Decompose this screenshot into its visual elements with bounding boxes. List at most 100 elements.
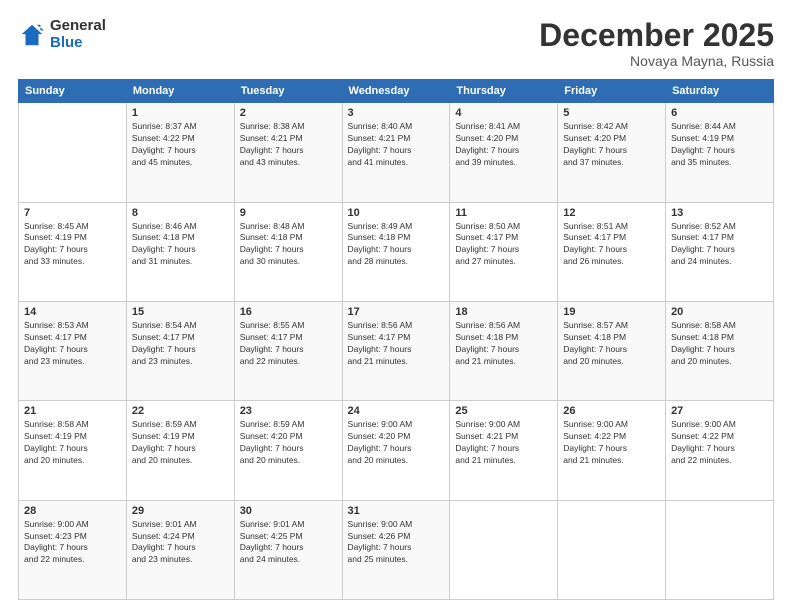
weekday-header-wednesday: Wednesday [342, 80, 450, 103]
day-info: Sunrise: 8:54 AM Sunset: 4:17 PM Dayligh… [132, 320, 229, 368]
calendar-cell [19, 103, 127, 202]
day-number: 28 [24, 505, 121, 517]
calendar-cell: 29 Sunrise: 9:01 AM Sunset: 4:24 PM Dayli… [126, 500, 234, 599]
day-number: 18 [455, 306, 552, 318]
calendar: SundayMondayTuesdayWednesdayThursdayFrid… [18, 79, 774, 600]
day-info: Sunrise: 8:48 AM Sunset: 4:18 PM Dayligh… [240, 221, 337, 269]
calendar-cell: 6 Sunrise: 8:44 AM Sunset: 4:19 PM Daylig… [666, 103, 774, 202]
day-number: 25 [455, 405, 552, 417]
day-info: Sunrise: 9:00 AM Sunset: 4:22 PM Dayligh… [671, 419, 768, 467]
calendar-cell: 27Sunrise: 9:00 AM Sunset: 4:22 PM Dayli… [666, 401, 774, 500]
calendar-cell [666, 500, 774, 599]
header: General Blue December 2025 Novaya Mayna,… [18, 18, 774, 69]
day-info: Sunrise: 8:52 AM Sunset: 4:17 PM Dayligh… [671, 221, 768, 269]
calendar-cell: 21 Sunrise: 8:58 AM Sunset: 4:19 PM Dayli… [19, 401, 127, 500]
page: General Blue December 2025 Novaya Mayna,… [0, 0, 792, 612]
week-row-3: 21 Sunrise: 8:58 AM Sunset: 4:19 PM Dayli… [19, 401, 774, 500]
day-number: 5 [563, 107, 660, 119]
calendar-cell: 18Sunrise: 8:56 AM Sunset: 4:18 PM Dayli… [450, 301, 558, 400]
calendar-cell: 4Sunrise: 8:41 AM Sunset: 4:20 PM Daylig… [450, 103, 558, 202]
day-info: Sunrise: 8:57 AM Sunset: 4:18 PM Dayligh… [563, 320, 660, 368]
day-info: Sunrise: 8:49 AM Sunset: 4:18 PM Dayligh… [348, 221, 445, 269]
day-info: Sunrise: 8:53 AM Sunset: 4:17 PM Dayligh… [24, 320, 121, 368]
weekday-row: SundayMondayTuesdayWednesdayThursdayFrid… [19, 80, 774, 103]
calendar-cell [558, 500, 666, 599]
day-number: 22 [132, 405, 229, 417]
day-number: 20 [671, 306, 768, 318]
calendar-cell: 5 Sunrise: 8:42 AM Sunset: 4:20 PM Daylig… [558, 103, 666, 202]
day-info: Sunrise: 8:58 AM Sunset: 4:18 PM Dayligh… [671, 320, 768, 368]
location: Novaya Mayna, Russia [539, 53, 774, 69]
day-info: Sunrise: 9:00 AM Sunset: 4:22 PM Dayligh… [563, 419, 660, 467]
day-number: 1 [132, 107, 229, 119]
day-number: 29 [132, 505, 229, 517]
calendar-cell: 1 Sunrise: 8:37 AM Sunset: 4:22 PM Daylig… [126, 103, 234, 202]
calendar-cell: 8 Sunrise: 8:46 AM Sunset: 4:18 PM Daylig… [126, 202, 234, 301]
week-row-0: 1 Sunrise: 8:37 AM Sunset: 4:22 PM Daylig… [19, 103, 774, 202]
day-number: 31 [348, 505, 445, 517]
logo-icon [18, 21, 46, 49]
day-number: 7 [24, 207, 121, 219]
calendar-cell: 11 Sunrise: 8:50 AM Sunset: 4:17 PM Dayli… [450, 202, 558, 301]
calendar-cell [450, 500, 558, 599]
weekday-header-tuesday: Tuesday [234, 80, 342, 103]
day-info: Sunrise: 9:01 AM Sunset: 4:24 PM Dayligh… [132, 519, 229, 567]
weekday-header-saturday: Saturday [666, 80, 774, 103]
day-number: 11 [455, 207, 552, 219]
day-info: Sunrise: 8:59 AM Sunset: 4:20 PM Dayligh… [240, 419, 337, 467]
logo: General Blue [18, 18, 106, 51]
calendar-cell: 14 Sunrise: 8:53 AM Sunset: 4:17 PM Dayli… [19, 301, 127, 400]
logo-general-text: General [50, 18, 106, 35]
week-row-1: 7Sunrise: 8:45 AM Sunset: 4:19 PM Daylig… [19, 202, 774, 301]
day-info: Sunrise: 8:38 AM Sunset: 4:21 PM Dayligh… [240, 121, 337, 169]
day-number: 3 [348, 107, 445, 119]
logo-text: General Blue [50, 18, 106, 51]
weekday-header-friday: Friday [558, 80, 666, 103]
day-info: Sunrise: 8:58 AM Sunset: 4:19 PM Dayligh… [24, 419, 121, 467]
calendar-cell: 22Sunrise: 8:59 AM Sunset: 4:19 PM Dayli… [126, 401, 234, 500]
calendar-cell: 30 Sunrise: 9:01 AM Sunset: 4:25 PM Dayli… [234, 500, 342, 599]
day-info: Sunrise: 8:55 AM Sunset: 4:17 PM Dayligh… [240, 320, 337, 368]
day-info: Sunrise: 8:37 AM Sunset: 4:22 PM Dayligh… [132, 121, 229, 169]
day-info: Sunrise: 8:44 AM Sunset: 4:19 PM Dayligh… [671, 121, 768, 169]
day-number: 23 [240, 405, 337, 417]
day-number: 10 [348, 207, 445, 219]
calendar-cell: 17Sunrise: 8:56 AM Sunset: 4:17 PM Dayli… [342, 301, 450, 400]
day-info: Sunrise: 9:00 AM Sunset: 4:23 PM Dayligh… [24, 519, 121, 567]
calendar-cell: 15Sunrise: 8:54 AM Sunset: 4:17 PM Dayli… [126, 301, 234, 400]
day-number: 16 [240, 306, 337, 318]
day-info: Sunrise: 8:50 AM Sunset: 4:17 PM Dayligh… [455, 221, 552, 269]
day-number: 21 [24, 405, 121, 417]
day-number: 17 [348, 306, 445, 318]
calendar-cell: 20 Sunrise: 8:58 AM Sunset: 4:18 PM Dayli… [666, 301, 774, 400]
day-info: Sunrise: 9:00 AM Sunset: 4:26 PM Dayligh… [348, 519, 445, 567]
day-number: 6 [671, 107, 768, 119]
day-number: 8 [132, 207, 229, 219]
week-row-2: 14 Sunrise: 8:53 AM Sunset: 4:17 PM Dayli… [19, 301, 774, 400]
calendar-cell: 2 Sunrise: 8:38 AM Sunset: 4:21 PM Daylig… [234, 103, 342, 202]
day-info: Sunrise: 9:00 AM Sunset: 4:21 PM Dayligh… [455, 419, 552, 467]
day-info: Sunrise: 8:42 AM Sunset: 4:20 PM Dayligh… [563, 121, 660, 169]
day-number: 30 [240, 505, 337, 517]
calendar-cell: 26 Sunrise: 9:00 AM Sunset: 4:22 PM Dayli… [558, 401, 666, 500]
day-number: 13 [671, 207, 768, 219]
day-info: Sunrise: 8:46 AM Sunset: 4:18 PM Dayligh… [132, 221, 229, 269]
calendar-cell: 9 Sunrise: 8:48 AM Sunset: 4:18 PM Daylig… [234, 202, 342, 301]
day-number: 12 [563, 207, 660, 219]
day-number: 2 [240, 107, 337, 119]
calendar-cell: 25 Sunrise: 9:00 AM Sunset: 4:21 PM Dayli… [450, 401, 558, 500]
calendar-cell: 13 Sunrise: 8:52 AM Sunset: 4:17 PM Dayli… [666, 202, 774, 301]
day-number: 14 [24, 306, 121, 318]
calendar-cell: 7Sunrise: 8:45 AM Sunset: 4:19 PM Daylig… [19, 202, 127, 301]
day-number: 26 [563, 405, 660, 417]
month-title: December 2025 [539, 18, 774, 53]
weekday-header-sunday: Sunday [19, 80, 127, 103]
day-info: Sunrise: 8:51 AM Sunset: 4:17 PM Dayligh… [563, 221, 660, 269]
day-info: Sunrise: 9:01 AM Sunset: 4:25 PM Dayligh… [240, 519, 337, 567]
calendar-cell: 28 Sunrise: 9:00 AM Sunset: 4:23 PM Dayli… [19, 500, 127, 599]
day-number: 9 [240, 207, 337, 219]
calendar-cell: 31 Sunrise: 9:00 AM Sunset: 4:26 PM Dayli… [342, 500, 450, 599]
calendar-cell: 10 Sunrise: 8:49 AM Sunset: 4:18 PM Dayli… [342, 202, 450, 301]
day-info: Sunrise: 8:41 AM Sunset: 4:20 PM Dayligh… [455, 121, 552, 169]
calendar-cell: 16 Sunrise: 8:55 AM Sunset: 4:17 PM Dayli… [234, 301, 342, 400]
